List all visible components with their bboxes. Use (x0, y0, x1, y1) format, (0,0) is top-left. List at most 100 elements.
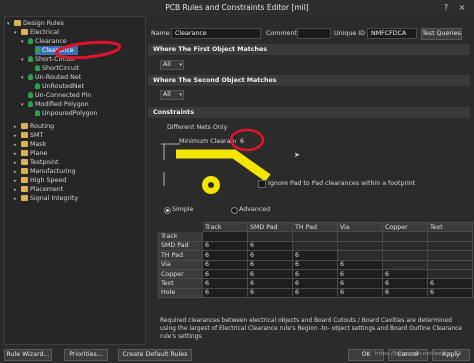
grid-col-header: Copper (382, 221, 428, 233)
grid-row: SMD Pad 6 6 (158, 240, 473, 252)
second-match-header: Where The Second Object Matches (148, 75, 470, 86)
grid-cell[interactable]: 6 (337, 278, 383, 289)
grid-cell[interactable]: 6 (247, 240, 293, 252)
tree-node-routing[interactable]: ▸ Routing (14, 122, 54, 131)
folder-icon (14, 20, 21, 26)
grid-row-header: Track (158, 231, 203, 242)
grid-row-header: Text (158, 278, 203, 289)
tree-node-smt[interactable]: ▸ SMT (14, 131, 43, 140)
expand-icon[interactable]: ▸ (14, 195, 21, 204)
collapse-icon[interactable]: ▾ (21, 74, 28, 83)
grid-row-header: Hole (158, 287, 203, 299)
tree-node-mask[interactable]: ▸ Mask (14, 140, 46, 149)
tree-node-manufacturing[interactable]: ▸ Manufacturing (14, 167, 76, 176)
grid-cell[interactable]: 6 (292, 278, 338, 289)
grid-col-header: Track (202, 221, 248, 233)
grid-cell[interactable]: 6 (202, 259, 248, 270)
grid-cell[interactable]: 6 (382, 287, 428, 299)
grid-row: TH Pad 6 6 6 (158, 250, 473, 261)
grid-cell-empty (427, 231, 473, 242)
grid-cell[interactable]: 6 (292, 259, 338, 270)
name-input[interactable]: Clearance (171, 28, 261, 39)
grid-cell[interactable]: 6 (202, 240, 248, 252)
help-icon[interactable]: ? (440, 2, 452, 13)
simple-radio[interactable] (164, 207, 171, 214)
mouse-cursor-icon: ➤ (294, 151, 300, 159)
grid-cell[interactable]: 6 (247, 268, 293, 280)
grid-cell[interactable] (202, 231, 248, 242)
tree-node-placement[interactable]: ▸ Placement (14, 185, 63, 194)
grid-row-header: TH Pad (158, 250, 203, 261)
grid-cell[interactable]: 6 (292, 268, 338, 280)
rule-icon (35, 110, 40, 116)
grid-row: Track (158, 231, 473, 242)
grid-cell[interactable]: 6 (247, 259, 293, 270)
grid-cell[interactable]: 6 (247, 287, 293, 299)
tree-node-plane[interactable]: ▸ Plane (14, 149, 47, 158)
grid-cell[interactable]: 6 (247, 250, 293, 261)
tree-node-electrical[interactable]: ▾ Electrical (14, 28, 59, 37)
rule-wizard-button[interactable]: Rule Wizard... (4, 349, 52, 361)
folder-icon (21, 132, 28, 138)
collapse-icon[interactable]: ▾ (14, 29, 21, 38)
collapse-icon[interactable]: ▾ (7, 20, 14, 29)
grid-row: Copper 6 6 6 6 6 (158, 268, 473, 280)
grid-cell[interactable]: 6 (292, 287, 338, 299)
grid-cell[interactable]: 6 (382, 268, 428, 280)
grid-cell[interactable]: 6 (337, 287, 383, 299)
grid-cell[interactable]: 6 (427, 278, 473, 289)
grid-cell[interactable]: 6 (202, 250, 248, 261)
first-match-header: Where The First Object Matches (148, 44, 470, 55)
grid-cell-empty (427, 240, 473, 252)
tree-node-signal-integrity[interactable]: ▸ Signal Integrity (14, 194, 78, 203)
folder-icon (21, 177, 28, 183)
grid-cell[interactable]: 6 (202, 278, 248, 289)
tree-node-modified-polygon[interactable]: ▾ Modified Polygon (21, 100, 89, 109)
folder-icon (21, 159, 28, 165)
grid-col-header: SMD Pad (247, 221, 293, 233)
priorities-button[interactable]: Priorities... (64, 349, 108, 361)
ignore-pad-checkbox[interactable] (258, 180, 266, 188)
unique-id-input[interactable]: NMFCFDCA (367, 28, 417, 39)
tree-node-testpoint[interactable]: ▸ Testpoint (14, 158, 58, 167)
grid-row-header: Copper (158, 268, 203, 280)
test-queries-button[interactable]: Test Queries (421, 28, 462, 40)
tree-node-high-speed[interactable]: ▸ High Speed (14, 176, 66, 185)
first-match-select[interactable]: All ▾ (160, 60, 184, 70)
grid-row-header: SMD Pad (158, 240, 203, 252)
folder-icon (21, 141, 28, 147)
collapse-icon[interactable]: ▾ (21, 38, 28, 47)
grid-row-header: Via (158, 259, 203, 270)
grid-cell[interactable]: 6 (337, 268, 383, 280)
advanced-radio[interactable] (231, 207, 238, 214)
tree-node-unrouted-net[interactable]: ▾ Un-Routed Net (21, 73, 81, 82)
grid-cell[interactable]: 6 (247, 278, 293, 289)
grid-cell[interactable]: 6 (292, 250, 338, 261)
grid-cell-empty (382, 259, 428, 270)
second-match-select[interactable]: All ▾ (160, 90, 184, 100)
grid-cell[interactable]: 6 (382, 278, 428, 289)
folder-icon (21, 168, 28, 174)
track-shape (176, 149, 271, 182)
grid-cell[interactable]: 6 (202, 287, 248, 299)
tree-node-design-rules[interactable]: ▾ Design Rules (7, 19, 64, 28)
grid-col-header: TH Pad (292, 221, 338, 233)
collapse-icon[interactable]: ▾ (21, 101, 28, 110)
tree-node-unconnected-pin[interactable]: Un-Connected Pin (28, 91, 91, 100)
close-icon[interactable]: × (456, 2, 468, 13)
grid-header-row: Track SMD Pad TH Pad Via Copper Text (158, 221, 473, 233)
tree-node-unpoured-polygon[interactable]: UnpouredPolygon (35, 109, 98, 118)
grid-cell-empty (382, 250, 428, 261)
folder-icon (21, 123, 28, 129)
folder-icon (21, 186, 28, 192)
grid-cell[interactable]: 6 (202, 268, 248, 280)
collapse-icon[interactable]: ▾ (21, 56, 28, 65)
grid-cell[interactable]: 6 (427, 287, 473, 299)
grid-cell[interactable]: 6 (337, 259, 383, 270)
rule-icon (28, 74, 33, 80)
comment-label: Comment (266, 30, 297, 37)
tree-node-short-circuit-rule[interactable]: ShortCircuit (35, 64, 79, 73)
comment-input[interactable] (297, 28, 331, 39)
create-default-rules-button[interactable]: Create Default Rules (118, 349, 192, 361)
tree-node-unrouted-net-rule[interactable]: UnRoutedNet (35, 82, 84, 91)
